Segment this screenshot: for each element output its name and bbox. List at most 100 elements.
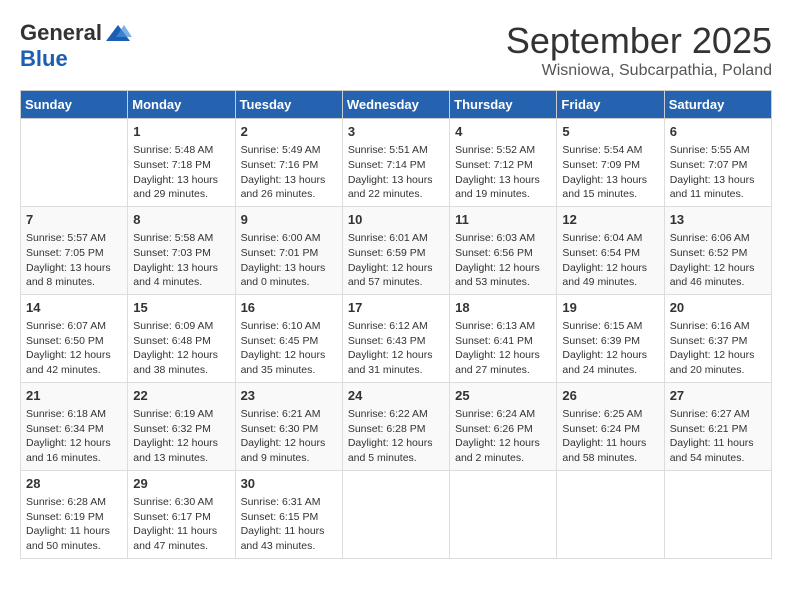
day-info: Sunrise: 6:25 AMSunset: 6:24 PMDaylight:… — [562, 407, 658, 466]
calendar-cell: 9 Sunrise: 6:00 AMSunset: 7:01 PMDaylight… — [235, 206, 342, 294]
calendar-cell: 29 Sunrise: 6:30 AMSunset: 6:17 PMDayligh… — [128, 470, 235, 558]
calendar-week-2: 7 Sunrise: 5:57 AMSunset: 7:05 PMDaylight… — [21, 206, 772, 294]
calendar-cell: 20Sunrise: 6:16 AMSunset: 6:37 PMDayligh… — [664, 294, 771, 382]
calendar-cell: 5 Sunrise: 5:54 AMSunset: 7:09 PMDaylight… — [557, 119, 664, 207]
day-info: Sunrise: 6:27 AMSunset: 6:21 PMDaylight:… — [670, 407, 766, 466]
day-info: Sunrise: 6:18 AMSunset: 6:34 PMDaylight:… — [26, 407, 122, 466]
calendar-cell: 7 Sunrise: 5:57 AMSunset: 7:05 PMDaylight… — [21, 206, 128, 294]
calendar-cell: 27 Sunrise: 6:27 AMSunset: 6:21 PMDayligh… — [664, 382, 771, 470]
day-info: Sunrise: 6:21 AMSunset: 6:30 PMDaylight:… — [241, 407, 337, 466]
calendar-cell: 13 Sunrise: 6:06 AMSunset: 6:52 PMDayligh… — [664, 206, 771, 294]
logo-icon — [104, 23, 132, 43]
day-number: 28 — [26, 475, 122, 493]
weekday-header-wednesday: Wednesday — [342, 91, 449, 119]
day-info: Sunrise: 5:54 AMSunset: 7:09 PMDaylight:… — [562, 143, 658, 202]
calendar-cell: 22 Sunrise: 6:19 AMSunset: 6:32 PMDayligh… — [128, 382, 235, 470]
calendar-cell: 26 Sunrise: 6:25 AMSunset: 6:24 PMDayligh… — [557, 382, 664, 470]
calendar-cell: 12Sunrise: 6:04 AMSunset: 6:54 PMDayligh… — [557, 206, 664, 294]
calendar-cell: 15 Sunrise: 6:09 AMSunset: 6:48 PMDayligh… — [128, 294, 235, 382]
calendar-cell: 25Sunrise: 6:24 AMSunset: 6:26 PMDayligh… — [450, 382, 557, 470]
day-info: Sunrise: 6:09 AMSunset: 6:48 PMDaylight:… — [133, 319, 229, 378]
calendar-cell: 17Sunrise: 6:12 AMSunset: 6:43 PMDayligh… — [342, 294, 449, 382]
page-header: General Blue September 2025 Wisniowa, Su… — [20, 20, 772, 80]
day-info: Sunrise: 6:01 AMSunset: 6:59 PMDaylight:… — [348, 231, 444, 290]
weekday-header-tuesday: Tuesday — [235, 91, 342, 119]
day-number: 18 — [455, 299, 551, 317]
logo-blue: Blue — [20, 46, 68, 72]
day-info: Sunrise: 6:22 AMSunset: 6:28 PMDaylight:… — [348, 407, 444, 466]
day-number: 7 — [26, 211, 122, 229]
calendar-cell: 16Sunrise: 6:10 AMSunset: 6:45 PMDayligh… — [235, 294, 342, 382]
calendar-cell: 18 Sunrise: 6:13 AMSunset: 6:41 PMDayligh… — [450, 294, 557, 382]
logo-general: General — [20, 20, 102, 46]
day-info: Sunrise: 5:51 AMSunset: 7:14 PMDaylight:… — [348, 143, 444, 202]
day-info: Sunrise: 5:48 AMSunset: 7:18 PMDaylight:… — [133, 143, 229, 202]
day-info: Sunrise: 5:49 AMSunset: 7:16 PMDaylight:… — [241, 143, 337, 202]
day-number: 15 — [133, 299, 229, 317]
day-info: Sunrise: 6:03 AMSunset: 6:56 PMDaylight:… — [455, 231, 551, 290]
calendar-week-3: 14 Sunrise: 6:07 AMSunset: 6:50 PMDayligh… — [21, 294, 772, 382]
weekday-header-monday: Monday — [128, 91, 235, 119]
location-subtitle: Wisniowa, Subcarpathia, Poland — [506, 62, 772, 80]
day-number: 5 — [562, 123, 658, 141]
weekday-header-thursday: Thursday — [450, 91, 557, 119]
day-number: 23 — [241, 387, 337, 405]
calendar-cell: 4 Sunrise: 5:52 AMSunset: 7:12 PMDaylight… — [450, 119, 557, 207]
month-title: September 2025 — [506, 20, 772, 62]
calendar-cell: 3Sunrise: 5:51 AMSunset: 7:14 PMDaylight… — [342, 119, 449, 207]
day-number: 21 — [26, 387, 122, 405]
day-number: 1 — [133, 123, 229, 141]
day-number: 30 — [241, 475, 337, 493]
calendar-cell: 1 Sunrise: 5:48 AMSunset: 7:18 PMDaylight… — [128, 119, 235, 207]
day-info: Sunrise: 6:15 AMSunset: 6:39 PMDaylight:… — [562, 319, 658, 378]
calendar-week-4: 21 Sunrise: 6:18 AMSunset: 6:34 PMDayligh… — [21, 382, 772, 470]
calendar-table: SundayMondayTuesdayWednesdayThursdayFrid… — [20, 90, 772, 559]
day-number: 2 — [241, 123, 337, 141]
day-info: Sunrise: 6:19 AMSunset: 6:32 PMDaylight:… — [133, 407, 229, 466]
day-info: Sunrise: 6:13 AMSunset: 6:41 PMDaylight:… — [455, 319, 551, 378]
weekday-header-friday: Friday — [557, 91, 664, 119]
calendar-cell: 8 Sunrise: 5:58 AMSunset: 7:03 PMDaylight… — [128, 206, 235, 294]
day-info: Sunrise: 6:30 AMSunset: 6:17 PMDaylight:… — [133, 495, 229, 554]
day-info: Sunrise: 6:00 AMSunset: 7:01 PMDaylight:… — [241, 231, 337, 290]
weekday-header-sunday: Sunday — [21, 91, 128, 119]
day-number: 8 — [133, 211, 229, 229]
calendar-cell: 21 Sunrise: 6:18 AMSunset: 6:34 PMDayligh… — [21, 382, 128, 470]
day-info: Sunrise: 6:04 AMSunset: 6:54 PMDaylight:… — [562, 231, 658, 290]
logo: General Blue — [20, 20, 132, 72]
day-number: 13 — [670, 211, 766, 229]
calendar-week-5: 28Sunrise: 6:28 AMSunset: 6:19 PMDayligh… — [21, 470, 772, 558]
calendar-cell: 28Sunrise: 6:28 AMSunset: 6:19 PMDayligh… — [21, 470, 128, 558]
day-info: Sunrise: 6:07 AMSunset: 6:50 PMDaylight:… — [26, 319, 122, 378]
day-number: 4 — [455, 123, 551, 141]
day-number: 14 — [26, 299, 122, 317]
calendar-cell — [342, 470, 449, 558]
calendar-cell: 6Sunrise: 5:55 AMSunset: 7:07 PMDaylight… — [664, 119, 771, 207]
title-block: September 2025 Wisniowa, Subcarpathia, P… — [506, 20, 772, 80]
day-info: Sunrise: 6:12 AMSunset: 6:43 PMDaylight:… — [348, 319, 444, 378]
calendar-week-1: 1 Sunrise: 5:48 AMSunset: 7:18 PMDaylight… — [21, 119, 772, 207]
day-number: 24 — [348, 387, 444, 405]
day-number: 26 — [562, 387, 658, 405]
calendar-cell — [557, 470, 664, 558]
day-number: 11 — [455, 211, 551, 229]
day-info: Sunrise: 6:16 AMSunset: 6:37 PMDaylight:… — [670, 319, 766, 378]
calendar-cell: 19Sunrise: 6:15 AMSunset: 6:39 PMDayligh… — [557, 294, 664, 382]
weekday-header-saturday: Saturday — [664, 91, 771, 119]
weekday-header-row: SundayMondayTuesdayWednesdayThursdayFrid… — [21, 91, 772, 119]
day-info: Sunrise: 6:31 AMSunset: 6:15 PMDaylight:… — [241, 495, 337, 554]
calendar-cell: 23 Sunrise: 6:21 AMSunset: 6:30 PMDayligh… — [235, 382, 342, 470]
day-info: Sunrise: 5:52 AMSunset: 7:12 PMDaylight:… — [455, 143, 551, 202]
calendar-cell: 11 Sunrise: 6:03 AMSunset: 6:56 PMDayligh… — [450, 206, 557, 294]
day-info: Sunrise: 5:57 AMSunset: 7:05 PMDaylight:… — [26, 231, 122, 290]
day-number: 22 — [133, 387, 229, 405]
day-number: 27 — [670, 387, 766, 405]
day-info: Sunrise: 6:06 AMSunset: 6:52 PMDaylight:… — [670, 231, 766, 290]
day-info: Sunrise: 5:58 AMSunset: 7:03 PMDaylight:… — [133, 231, 229, 290]
day-number: 29 — [133, 475, 229, 493]
calendar-cell: 10 Sunrise: 6:01 AMSunset: 6:59 PMDayligh… — [342, 206, 449, 294]
calendar-cell — [664, 470, 771, 558]
day-number: 10 — [348, 211, 444, 229]
day-number: 9 — [241, 211, 337, 229]
calendar-cell: 30 Sunrise: 6:31 AMSunset: 6:15 PMDayligh… — [235, 470, 342, 558]
